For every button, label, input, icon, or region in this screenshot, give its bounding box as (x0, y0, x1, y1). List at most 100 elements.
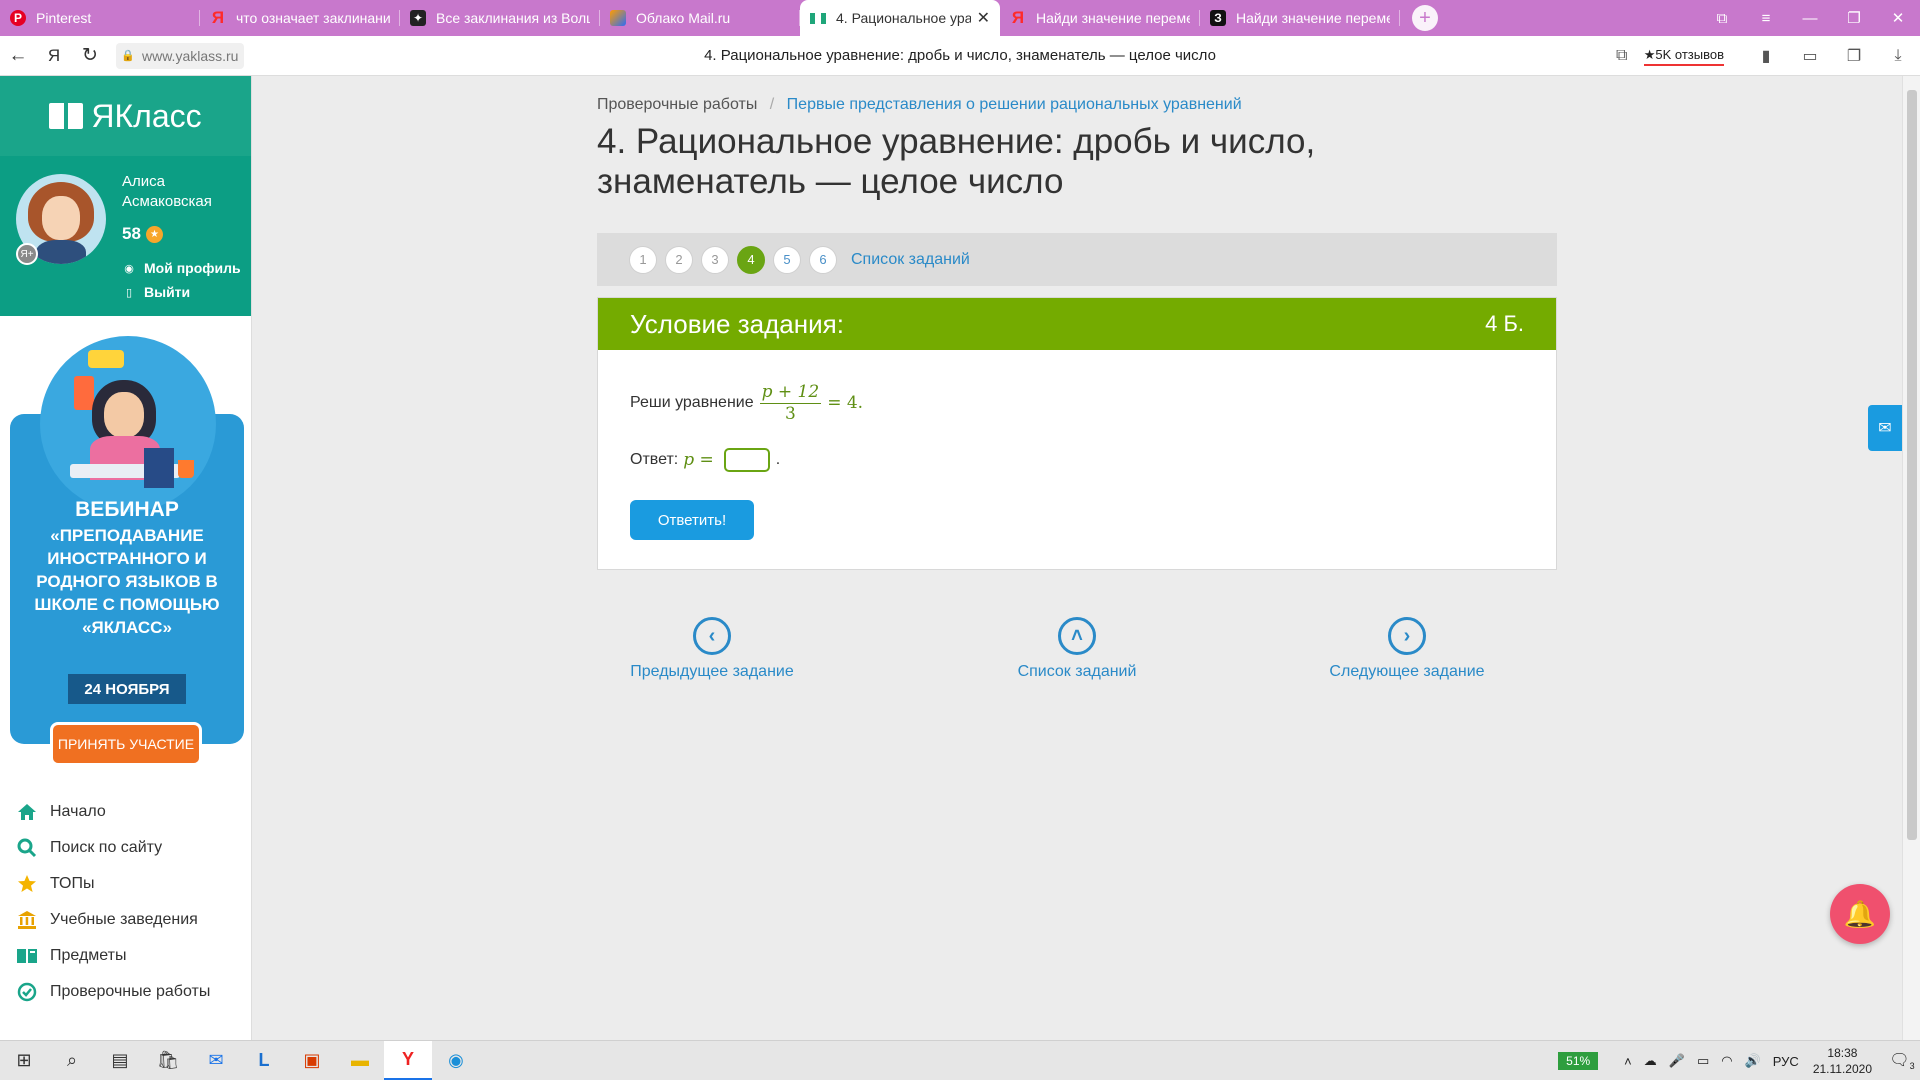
yandex-home-icon[interactable]: Я (36, 36, 72, 76)
close-window-icon[interactable]: ✕ (1876, 9, 1920, 27)
task-list-nav-link[interactable]: ˄ Список заданий (977, 617, 1177, 681)
tab-yaklass-active[interactable]: 4. Рациональное урав ✕ (800, 0, 1000, 36)
step-1[interactable]: 1 (629, 245, 657, 274)
onedrive-icon[interactable]: ☁ (1644, 1053, 1657, 1069)
equation-rhs: = 4. (827, 393, 864, 413)
tab-spells[interactable]: ✦ Все заклинания из Волше (400, 0, 600, 36)
file-explorer-icon[interactable]: ▬ (336, 1041, 384, 1080)
battery-icon[interactable]: ▭ (1697, 1053, 1709, 1069)
scrollbar-thumb[interactable] (1907, 90, 1917, 840)
tab-cloud-mail[interactable]: Облако Mail.ru (600, 0, 800, 36)
clock-time: 18:38 (1827, 1046, 1858, 1060)
logout-icon: ▯ (125, 286, 133, 299)
webinar-promo-banner[interactable]: ВЕБИНАР «ПРЕПОДАВАНИЕ ИНОСТРАННОГО И РОД… (10, 336, 244, 766)
answer-label: Ответ: (630, 451, 679, 468)
share-icon[interactable]: ⧉ (1600, 47, 1644, 65)
user-panel: Я+ Алиса Асмаковская 58 ★ ◉ Мой профиль … (0, 156, 251, 316)
promo-text: «ПРЕПОДАВАНИЕ ИНОСТРАННОГО И РОДНОГО ЯЗЫ… (34, 526, 220, 637)
close-icon[interactable]: ✕ (977, 8, 990, 28)
battery-saver-icon[interactable]: ▭ (1788, 46, 1832, 66)
sidebar-item-label: ТОПы (50, 875, 95, 892)
task-list-link[interactable]: Список заданий (851, 251, 970, 269)
sidebar-item-subjects[interactable]: Предметы (16, 938, 246, 974)
chevron-up-icon[interactable]: ˄ (1624, 1054, 1632, 1069)
tab-pinterest[interactable]: P Pinterest (0, 0, 200, 36)
collections-icon[interactable]: ❐ (1832, 46, 1876, 66)
phone-icon (74, 376, 94, 410)
building-icon (16, 909, 38, 931)
answer-input[interactable] (723, 448, 770, 472)
sidebar-item-schools[interactable]: Учебные заведения (16, 902, 246, 938)
bookmark-icon[interactable]: ▮ (1744, 46, 1788, 66)
book-logo-icon (49, 103, 84, 129)
feedback-mail-icon[interactable]: ✉ (1868, 405, 1902, 451)
url-field[interactable]: 🔒 www.yaklass.ru (116, 42, 245, 69)
windows-start-icon[interactable]: ⊞ (0, 1041, 48, 1080)
reviews-badge[interactable]: ★5K отзывов (1643, 47, 1724, 66)
url-text: www.yaklass.ru (142, 47, 239, 64)
notification-center-icon[interactable]: 🗨3 (1884, 1050, 1920, 1071)
submit-answer-button[interactable]: Ответить! (630, 500, 754, 540)
volume-icon[interactable]: 🔊 (1745, 1053, 1761, 1069)
wifi-icon[interactable]: ◠ (1721, 1053, 1732, 1069)
minimize-icon[interactable]: — (1788, 10, 1832, 27)
sidebar-item-label: Начало (50, 803, 106, 820)
logout-link[interactable]: ▯ Выйти (122, 284, 190, 300)
mail-icon[interactable]: ✉ (192, 1041, 240, 1080)
yandex-icon: Я (1011, 8, 1025, 27)
restore-icon[interactable]: ❐ (1832, 9, 1876, 27)
sidebar-item-home[interactable]: Начало (16, 794, 246, 830)
step-5[interactable]: 5 (773, 245, 801, 274)
next-task-link[interactable]: › Следующее задание (1307, 617, 1507, 681)
step-3[interactable]: 3 (701, 245, 729, 274)
windows-taskbar: ⊞ ⌕ ▤ 🛍 ✉ L ▣ ▬ Y ◉ 51% ˄ ☁ 🎤 ▭ ◠ 🔊 РУС … (0, 1040, 1920, 1080)
tab-search-spell[interactable]: Я что означает заклинание (200, 0, 400, 36)
sidebar-item-tests[interactable]: Проверочные работы (16, 974, 246, 1010)
tab-find-value-1[interactable]: Я Найди значение перемен (1000, 0, 1200, 36)
answer-suffix: . (775, 451, 781, 468)
user-name[interactable]: Алиса Асмаковская (122, 172, 242, 212)
sidebar-item-search[interactable]: Поиск по сайту (16, 830, 246, 866)
office-icon[interactable]: ▣ (288, 1041, 336, 1080)
join-button[interactable]: ПРИНЯТЬ УЧАСТИЕ (50, 722, 202, 766)
store-icon[interactable]: 🛍 (144, 1041, 192, 1080)
download-icon[interactable]: ⤓ (1876, 47, 1920, 65)
menu-icon[interactable]: ≡ (1744, 10, 1788, 27)
search-icon[interactable]: ⌕ (48, 1041, 96, 1080)
chevron-right-icon: › (1388, 617, 1426, 655)
chevron-up-icon: ˄ (1058, 617, 1096, 655)
step-2[interactable]: 2 (665, 245, 693, 274)
task-condition-heading: Условие задания: (630, 308, 844, 339)
language-indicator[interactable]: РУС (1773, 1054, 1799, 1069)
answer-row: Ответ: p = . (630, 448, 780, 472)
back-arrow-icon[interactable]: ← (0, 36, 36, 76)
page-scrollbar[interactable] (1902, 76, 1920, 1040)
system-tray: 51% ˄ ☁ 🎤 ▭ ◠ 🔊 РУС 18:38 21.11.2020 🗨3 (1558, 1041, 1920, 1080)
breadcrumb-separator: / (769, 96, 775, 113)
l-app-icon[interactable]: L (240, 1041, 288, 1080)
sidebar-item-tops[interactable]: ТОПы (16, 866, 246, 902)
tabs-manager-icon[interactable]: ⧉ (1700, 10, 1744, 27)
promo-date: 24 НОЯБРЯ (68, 674, 186, 704)
edge-icon[interactable]: ◉ (432, 1041, 480, 1080)
clock-date: 21.11.2020 (1812, 1062, 1872, 1076)
previous-task-link[interactable]: ‹ Предыдущее задание (612, 617, 812, 681)
yandex-browser-icon[interactable]: Y (384, 1040, 432, 1080)
notification-bell-icon[interactable]: 🔔 (1830, 884, 1890, 944)
task-view-icon[interactable]: ▤ (96, 1041, 144, 1080)
breadcrumb-item-tests[interactable]: Проверочные работы (597, 96, 757, 113)
yaklass-icon (810, 10, 826, 26)
step-4-current[interactable]: 4 (737, 245, 765, 274)
tab-find-value-2[interactable]: З Найди значение перемен (1200, 0, 1400, 36)
clock[interactable]: 18:38 21.11.2020 (1813, 1045, 1872, 1077)
breadcrumb-item-topic[interactable]: Первые представления о решении рациональ… (787, 96, 1242, 113)
step-6[interactable]: 6 (809, 245, 837, 274)
microphone-icon[interactable]: 🎤 (1669, 1053, 1685, 1069)
logout-label: Выйти (144, 284, 191, 300)
task-points: 4 Б. (1485, 311, 1524, 336)
yaklass-logo[interactable]: ЯКласс (0, 76, 251, 156)
reload-icon[interactable]: ↻ (72, 36, 108, 76)
new-tab-button[interactable]: + (1412, 5, 1438, 31)
battery-indicator[interactable]: 51% (1558, 1052, 1599, 1070)
my-profile-link[interactable]: ◉ Мой профиль (122, 260, 240, 276)
